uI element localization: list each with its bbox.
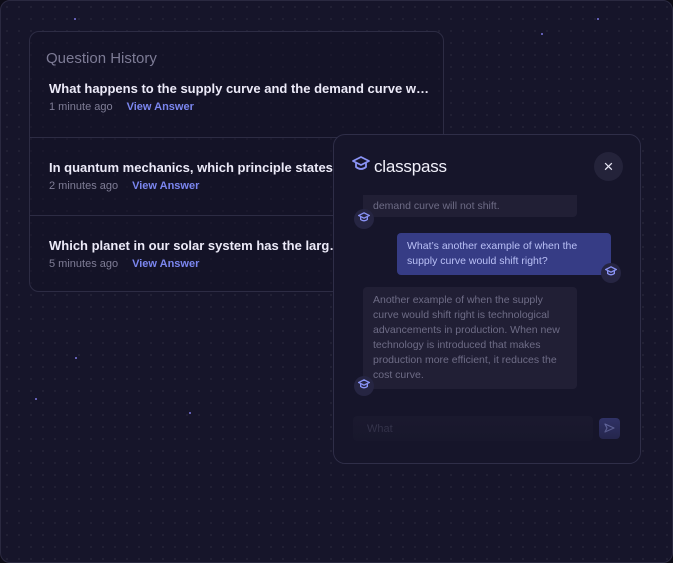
graduation-cap-icon (604, 264, 618, 282)
view-answer-link[interactable]: View Answer (132, 180, 199, 192)
brand-name: classpass (374, 156, 447, 176)
history-question[interactable]: In quantum mechanics, which principle st… (49, 160, 349, 175)
history-question[interactable]: Which planet in our solar system has the… (49, 238, 349, 253)
history-item[interactable]: What happens to the supply curve and the… (30, 32, 443, 137)
send-icon (604, 420, 615, 438)
view-answer-link[interactable]: View Answer (132, 258, 199, 270)
chat-input[interactable] (353, 416, 593, 441)
history-meta: 2 minutes ago View Answer (49, 180, 199, 192)
bot-avatar (354, 376, 374, 396)
star-decoration (597, 18, 599, 20)
user-message: What’s another example of when the suppl… (397, 233, 611, 275)
chat-panel: classpass × demand curve will not shift.… (333, 134, 641, 464)
history-question[interactable]: What happens to the supply curve and the… (49, 81, 431, 96)
history-time: 5 minutes ago (49, 258, 119, 270)
bot-message: demand curve will not shift. (363, 195, 577, 217)
view-answer-link[interactable]: View Answer (127, 101, 194, 113)
send-button[interactable] (599, 418, 620, 439)
star-decoration (189, 412, 191, 414)
bot-message: Another example of when the supply curve… (363, 287, 577, 389)
classpass-logo-icon (352, 156, 370, 177)
graduation-cap-icon (357, 377, 371, 395)
brand-logo: classpass (352, 156, 447, 177)
history-meta: 5 minutes ago View Answer (49, 258, 199, 270)
star-decoration (74, 18, 76, 20)
history-time: 1 minute ago (49, 101, 113, 113)
user-avatar (601, 263, 621, 283)
close-button[interactable]: × (594, 152, 623, 181)
bot-avatar (354, 209, 374, 229)
graduation-cap-icon (357, 210, 371, 228)
history-time: 2 minutes ago (49, 180, 119, 192)
star-decoration (35, 398, 37, 400)
close-icon: × (603, 157, 614, 176)
star-decoration (75, 357, 77, 359)
history-meta: 1 minute ago View Answer (49, 101, 194, 113)
app-frame: Question History What happens to the sup… (0, 0, 673, 563)
star-decoration (541, 33, 543, 35)
